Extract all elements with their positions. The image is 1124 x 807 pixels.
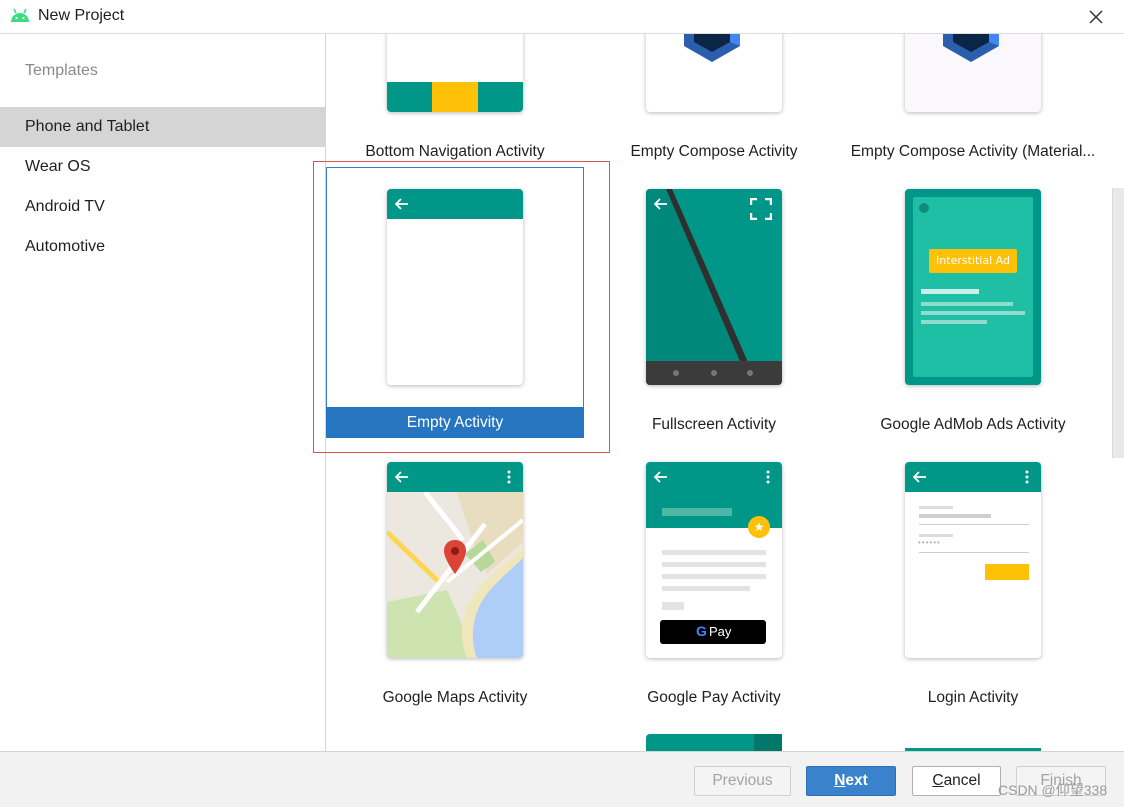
- google-g-icon: G: [696, 623, 707, 639]
- overflow-menu-icon: [1025, 470, 1029, 484]
- template-empty-activity[interactable]: [326, 167, 584, 438]
- back-arrow-icon: [654, 471, 667, 483]
- title-bar: New Project: [0, 0, 1124, 34]
- template-thumbnail: [646, 34, 782, 112]
- google-pay-button: G Pay: [660, 620, 766, 644]
- template-thumbnail: [646, 189, 782, 385]
- template-label: Google AdMob Ads Activity: [880, 416, 1066, 433]
- password-mask: ••••••: [918, 538, 941, 547]
- cancel-button[interactable]: Cancel: [912, 766, 1001, 796]
- overflow-menu-icon: [766, 470, 770, 484]
- back-arrow-icon: [395, 471, 408, 483]
- sidebar-item-phone-and-tablet[interactable]: Phone and Tablet: [0, 107, 325, 147]
- template-thumbnail: ★ G Pay: [646, 462, 782, 658]
- interstitial-ad-badge: Interstitial Ad: [929, 249, 1017, 273]
- template-google-admob-ads-activity[interactable]: Interstitial Ad Google AdMob Ads Activit…: [844, 184, 1102, 444]
- template-thumbnail-partial: [646, 734, 782, 751]
- selected-template-label: Empty Activity: [326, 407, 584, 438]
- template-label: Empty Compose Activity (Material...: [850, 143, 1096, 160]
- template-label: Empty Compose Activity: [630, 143, 798, 160]
- template-google-maps-activity[interactable]: Google Maps Activity: [326, 457, 584, 717]
- template-empty-compose-activity-material[interactable]: Empty Compose Activity (Material...: [844, 34, 1102, 167]
- template-label: Google Pay Activity: [647, 689, 781, 706]
- template-thumbnail: [905, 34, 1041, 112]
- template-thumbnail: ••••••: [905, 462, 1041, 658]
- back-arrow-icon: [654, 198, 667, 210]
- template-label: Google Maps Activity: [382, 689, 528, 706]
- templates-heading: Templates: [25, 62, 98, 79]
- sidebar-item-wear-os[interactable]: Wear OS: [0, 147, 325, 187]
- template-empty-compose-activity[interactable]: Empty Compose Activity: [585, 34, 843, 167]
- template-thumbnail: Interstitial Ad: [905, 189, 1041, 385]
- star-icon: ★: [748, 516, 770, 538]
- template-label: Fullscreen Activity: [651, 416, 777, 433]
- template-google-pay-activity[interactable]: ★ G Pay Google Pay Activity: [585, 457, 843, 717]
- close-icon: [1089, 9, 1103, 24]
- gallery-scrollbar[interactable]: [1112, 188, 1124, 458]
- close-button[interactable]: [1076, 0, 1116, 33]
- window-title: New Project: [38, 7, 125, 24]
- template-thumbnail: [387, 189, 523, 385]
- template-thumbnail: [387, 34, 523, 112]
- csdn-watermark: CSDN @仰望338: [998, 782, 1108, 798]
- sidebar-item-automotive[interactable]: Automotive: [0, 227, 325, 267]
- compose-logo-icon: [943, 34, 999, 62]
- dialog-footer: Previous Next Cancel Finish: [0, 751, 1124, 807]
- template-bottom-navigation-activity[interactable]: Bottom Navigation Activity: [326, 34, 584, 167]
- back-arrow-icon: [395, 198, 408, 210]
- map-pin-icon: [444, 540, 466, 574]
- template-label: Bottom Navigation Activity: [365, 143, 545, 160]
- template-login-activity[interactable]: •••••• Login Activity: [844, 457, 1102, 717]
- template-label: Login Activity: [927, 689, 1019, 706]
- overflow-menu-icon: [507, 470, 511, 484]
- template-fullscreen-activity[interactable]: Fullscreen Activity: [585, 184, 843, 444]
- compose-logo-icon: [684, 34, 740, 62]
- android-icon: [11, 8, 29, 22]
- sidebar-item-android-tv[interactable]: Android TV: [0, 187, 325, 227]
- template-thumbnail: [387, 462, 523, 658]
- previous-button[interactable]: Previous: [694, 766, 791, 796]
- back-arrow-icon: [913, 471, 926, 483]
- next-button[interactable]: Next: [806, 766, 896, 796]
- template-category-sidebar: Templates Phone and Tablet Wear OS Andro…: [0, 34, 326, 751]
- fullscreen-icon: [750, 198, 772, 220]
